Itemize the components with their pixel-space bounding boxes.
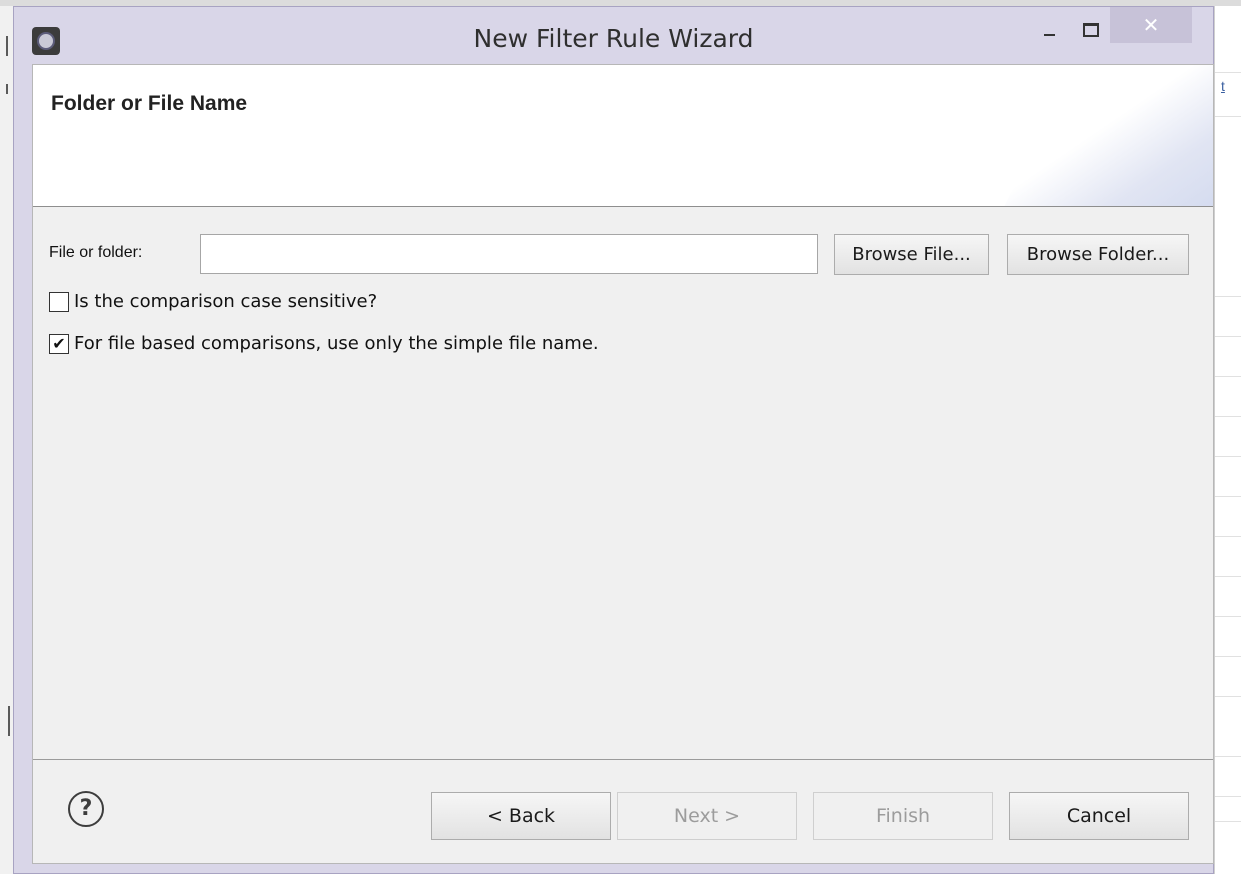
background-line [1215, 336, 1241, 337]
footer-divider [33, 759, 1213, 760]
background-line [1215, 536, 1241, 537]
wizard-header: Folder or File Name [33, 65, 1213, 207]
maximize-button[interactable] [1070, 7, 1110, 43]
next-button[interactable]: Next > [617, 792, 797, 840]
header-decoration [986, 65, 1213, 206]
background-app-left-edge [0, 6, 14, 874]
file-row: File or folder: Browse File... Browse Fo… [49, 234, 1199, 275]
background-mark [6, 84, 8, 94]
wizard-dialog: New Filter Rule Wizard ✕ Folder or File … [13, 6, 1214, 874]
background-line [1215, 576, 1241, 577]
page-title: Folder or File Name [51, 92, 248, 115]
help-icon[interactable]: ? [68, 791, 104, 827]
background-line [1215, 696, 1241, 697]
finish-button[interactable]: Finish [813, 792, 993, 840]
background-line [1215, 496, 1241, 497]
background-link[interactable]: t [1221, 78, 1225, 94]
cancel-button[interactable]: Cancel [1009, 792, 1189, 840]
background-line [1215, 616, 1241, 617]
case-sensitive-label[interactable]: Is the comparison case sensitive? [74, 291, 377, 312]
background-app-right-edge: t [1214, 6, 1241, 874]
file-or-folder-input[interactable] [200, 234, 818, 274]
browse-file-button[interactable]: Browse File... [834, 234, 989, 275]
background-line [1215, 296, 1241, 297]
background-line [1215, 416, 1241, 417]
case-sensitive-checkbox[interactable] [49, 292, 69, 312]
simple-file-name-checkbox[interactable]: ✔ [49, 334, 69, 354]
background-line [1215, 656, 1241, 657]
background-line [1215, 796, 1241, 797]
close-button[interactable]: ✕ [1110, 7, 1192, 43]
background-mark [8, 706, 10, 736]
background-mark [6, 36, 8, 56]
close-icon: ✕ [1142, 13, 1160, 37]
file-or-folder-label: File or folder: [49, 244, 143, 261]
simple-file-name-label[interactable]: For file based comparisons, use only the… [74, 333, 599, 354]
minimize-button[interactable] [1028, 7, 1070, 43]
background-line [1215, 821, 1241, 822]
background-line [1215, 116, 1241, 117]
background-line [1215, 756, 1241, 757]
wizard-body: Folder or File Name File or folder: Brow… [32, 64, 1214, 864]
background-line [1215, 376, 1241, 377]
back-button[interactable]: < Back [431, 792, 611, 840]
background-line [1215, 72, 1241, 73]
background-line [1215, 456, 1241, 457]
browse-folder-button[interactable]: Browse Folder... [1007, 234, 1189, 275]
